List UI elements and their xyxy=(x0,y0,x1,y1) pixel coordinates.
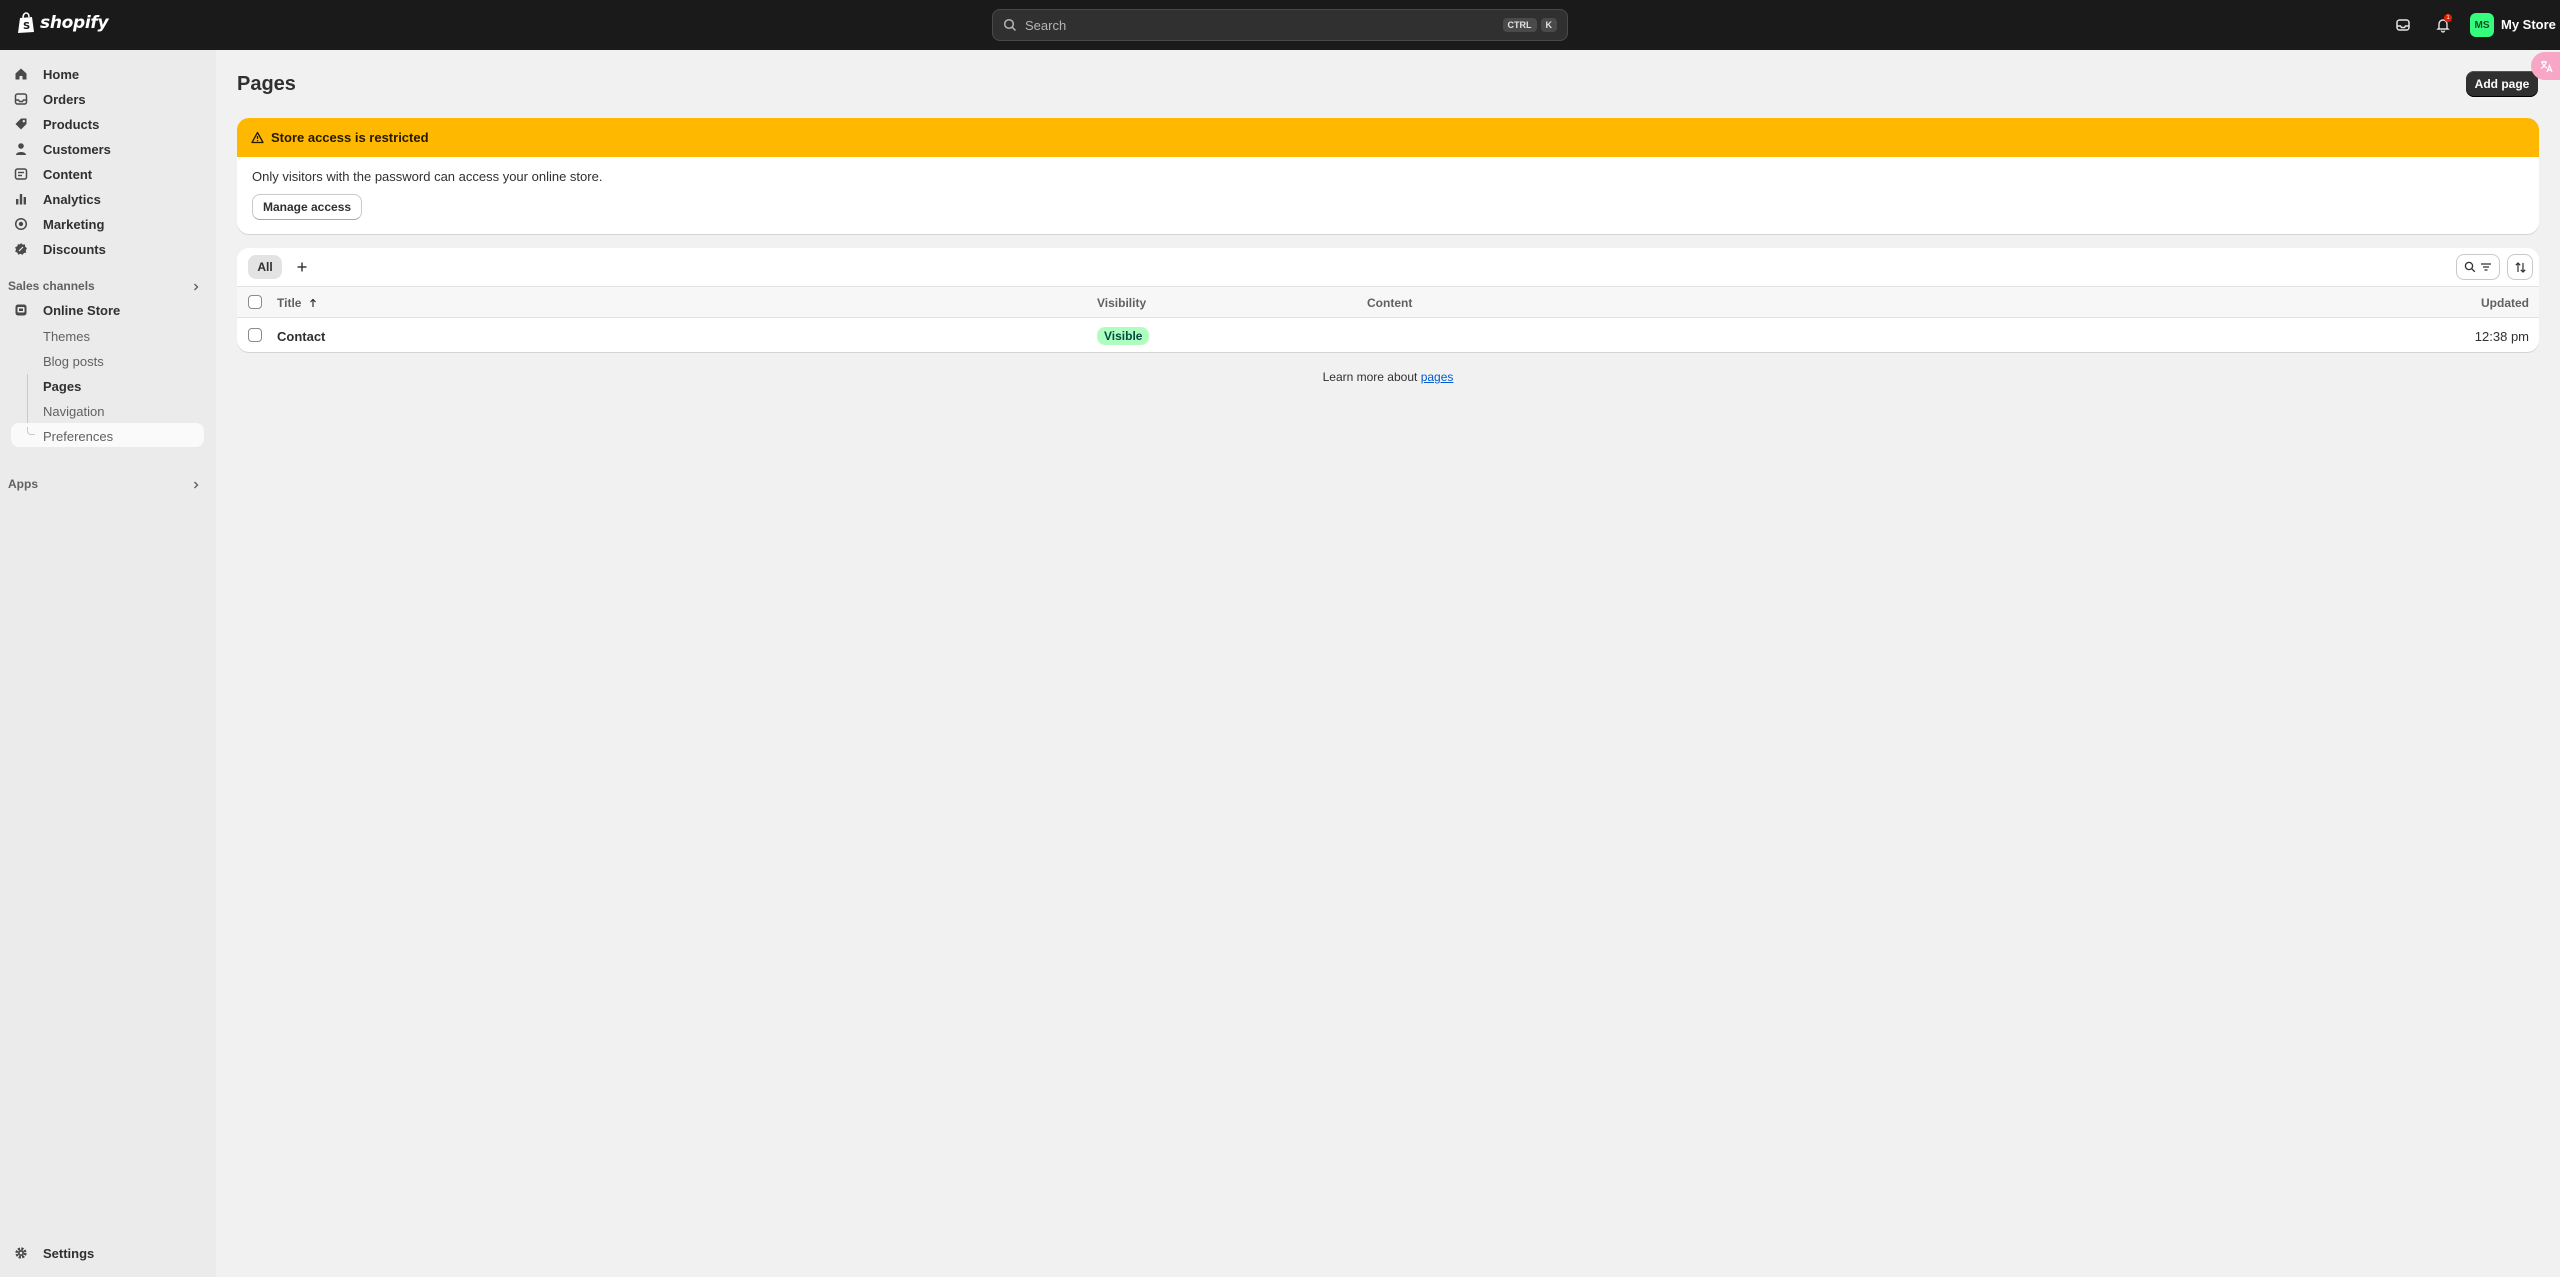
status-badge: Visible xyxy=(1097,327,1150,345)
sidebar-subitem-blog-posts[interactable]: Blog posts xyxy=(43,354,104,369)
sidebar: Home Orders Products Customers Content A… xyxy=(0,50,216,1277)
banner-header: Store access is restricted xyxy=(237,118,2539,157)
manage-access-button[interactable]: Manage access xyxy=(252,194,363,220)
warning-icon xyxy=(251,131,264,144)
table-row[interactable]: Contact Visible 12:38 pm xyxy=(237,318,2539,352)
add-page-button[interactable]: Add page xyxy=(2466,71,2538,97)
add-view-button[interactable] xyxy=(292,257,312,277)
home-icon xyxy=(12,66,32,82)
sidebar-item-label: Customers xyxy=(43,141,111,157)
tree-elbow xyxy=(27,427,35,435)
translate-icon[interactable] xyxy=(2531,52,2560,80)
sidebar-item-content[interactable]: Content xyxy=(12,163,204,185)
sidebar-item-online-store[interactable]: Online Store xyxy=(12,299,204,321)
chevron-right-icon[interactable] xyxy=(190,479,202,491)
row-checkbox[interactable] xyxy=(248,328,262,342)
row-updated: 12:38 pm xyxy=(2474,329,2529,344)
filter-icon xyxy=(2481,263,2491,271)
sidebar-item-orders[interactable]: Orders xyxy=(12,88,204,110)
row-title[interactable]: Contact xyxy=(277,329,325,344)
column-visibility: Visibility xyxy=(1097,296,1147,310)
tab-all[interactable]: All xyxy=(248,255,282,279)
store-name[interactable]: My Store xyxy=(2501,17,2556,32)
content-icon xyxy=(12,166,32,182)
discounts-icon xyxy=(12,241,32,257)
svg-text:S: S xyxy=(23,21,30,32)
sidebar-item-label: Products xyxy=(43,116,100,132)
sidebar-item-home[interactable]: Home xyxy=(12,63,204,85)
sidebar-item-label: Home xyxy=(43,66,80,82)
banner-title: Store access is restricted xyxy=(271,130,429,145)
sort-button[interactable] xyxy=(2507,254,2533,280)
sales-channels-heading[interactable]: Sales channels xyxy=(8,279,95,293)
search-filter-button[interactable] xyxy=(2456,254,2500,280)
sort-icon xyxy=(2514,261,2526,273)
customers-icon xyxy=(12,141,32,157)
sidebar-item-analytics[interactable]: Analytics xyxy=(12,188,204,210)
learn-more-footer: Learn more about pages xyxy=(0,370,2560,384)
inbox-icon xyxy=(2396,19,2410,31)
select-all-checkbox[interactable] xyxy=(248,295,262,309)
notification-count-badge: 1 xyxy=(2444,14,2452,22)
sort-ascending-icon xyxy=(309,298,316,307)
search-icon xyxy=(1003,18,1017,32)
shopify-wordmark: shopify xyxy=(40,13,109,33)
sidebar-item-label: Discounts xyxy=(43,241,106,257)
sidebar-item-settings[interactable]: Settings xyxy=(12,1242,204,1264)
column-title[interactable]: Title xyxy=(277,296,317,310)
top-bar: S shopify Search CTRL K 1 MS My Store xyxy=(0,0,2560,50)
sidebar-item-label: Marketing xyxy=(43,216,105,232)
sidebar-item-products[interactable]: Products xyxy=(12,113,204,135)
sidebar-item-label: Analytics xyxy=(43,191,101,207)
sidebar-subitem-themes[interactable]: Themes xyxy=(43,329,90,344)
analytics-icon xyxy=(12,191,32,207)
sidebar-item-label: Online Store xyxy=(43,302,121,318)
pages-help-link[interactable]: pages xyxy=(1421,370,1454,384)
sidebar-item-marketing[interactable]: Marketing xyxy=(12,213,204,235)
sidebar-item-customers[interactable]: Customers xyxy=(12,138,204,160)
sidebar-item-label: Content xyxy=(43,166,93,182)
sidebar-item-discounts[interactable]: Discounts xyxy=(12,238,204,260)
plus-icon xyxy=(297,262,307,272)
sidebar-subitem-preferences[interactable]: Preferences xyxy=(43,429,113,444)
store-access-banner: Store access is restricted Only visitors… xyxy=(237,118,2539,234)
products-icon xyxy=(12,116,32,132)
sidebar-item-label: Settings xyxy=(43,1245,95,1261)
sidebar-item-label: Orders xyxy=(43,91,86,107)
column-content: Content xyxy=(1367,296,1413,310)
shortcut-ctrl: CTRL xyxy=(1502,18,1537,32)
store-inbox-button[interactable] xyxy=(2391,13,2415,37)
shortcut-k: K xyxy=(1540,18,1557,32)
banner-text: Only visitors with the password can acce… xyxy=(252,169,603,184)
orders-icon xyxy=(12,91,32,107)
learn-more-text: Learn more about xyxy=(1322,370,1418,384)
page-title: Pages xyxy=(237,73,296,95)
search-icon xyxy=(2464,261,2476,273)
sidebar-subitem-navigation[interactable]: Navigation xyxy=(43,404,104,419)
search-bar[interactable]: Search CTRL K xyxy=(992,9,1568,41)
gear-icon xyxy=(12,1245,32,1261)
shopify-bag-icon: S xyxy=(18,12,34,33)
column-updated: Updated xyxy=(2481,296,2529,310)
shopify-logo[interactable]: S shopify xyxy=(17,12,109,34)
store-avatar[interactable]: MS xyxy=(2470,13,2494,37)
marketing-icon xyxy=(12,216,32,232)
apps-heading[interactable]: Apps xyxy=(8,477,38,491)
table-header: Title Visibility Content Updated xyxy=(237,286,2539,318)
column-title-label: Title xyxy=(277,296,302,310)
pages-table-card: All Title Visibility Content Updated Con… xyxy=(237,248,2539,352)
chevron-right-icon[interactable] xyxy=(190,281,202,293)
search-placeholder: Search xyxy=(1025,17,1067,33)
online-store-icon xyxy=(12,302,32,318)
